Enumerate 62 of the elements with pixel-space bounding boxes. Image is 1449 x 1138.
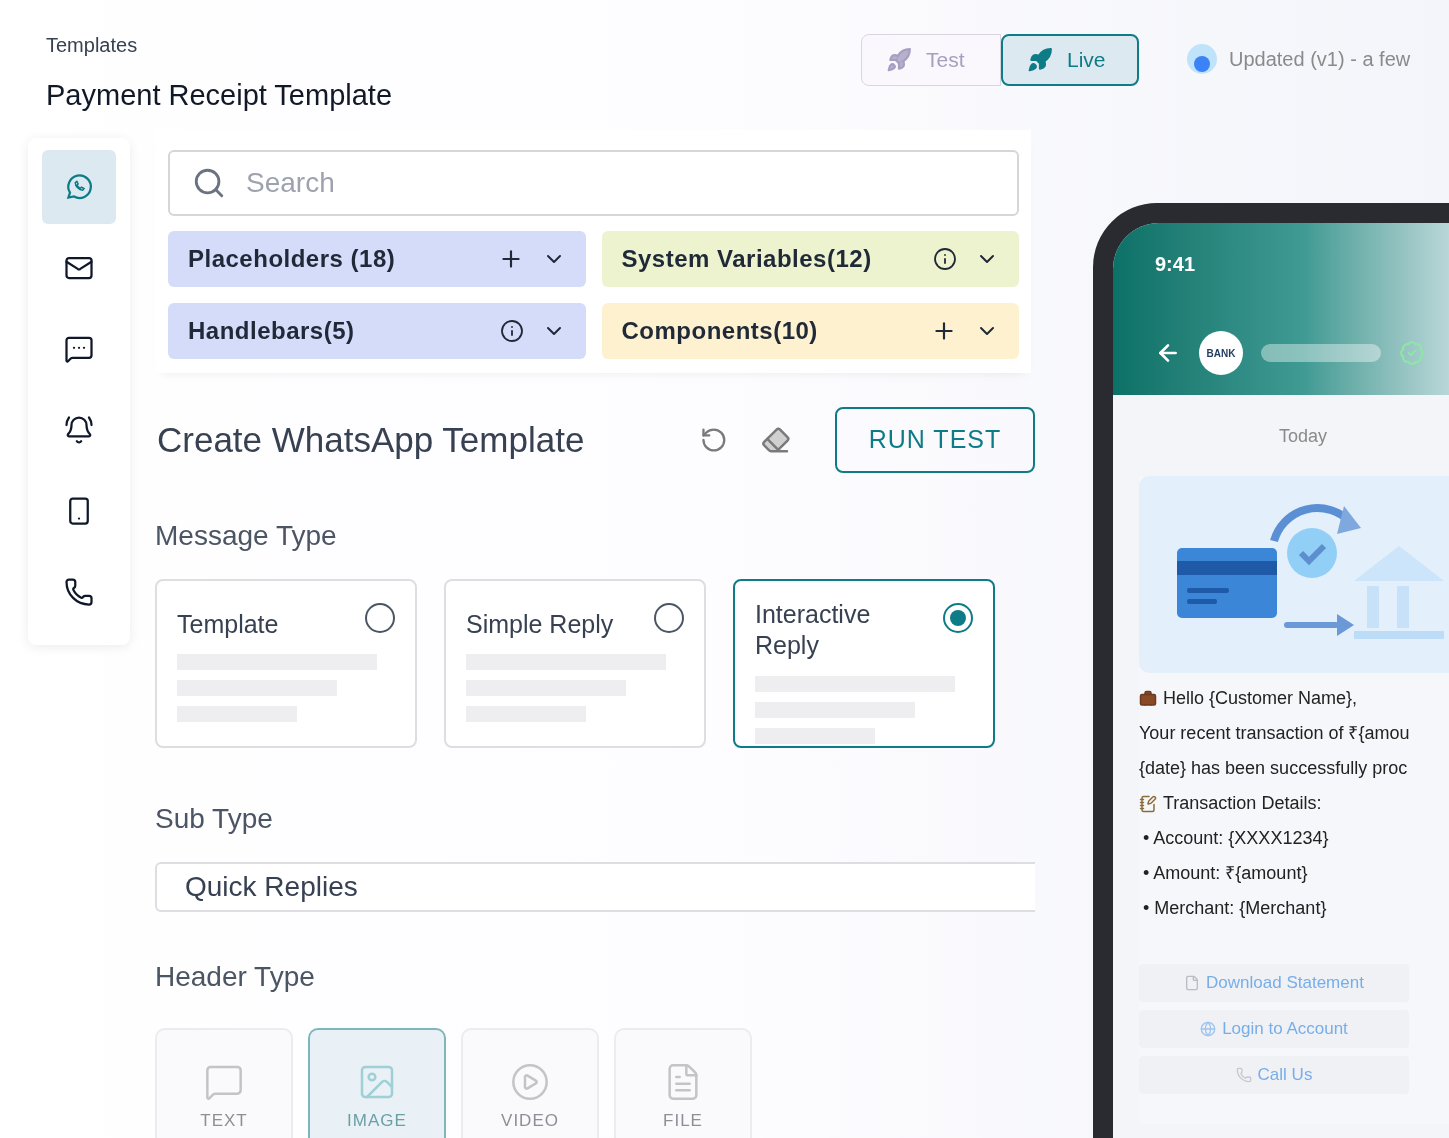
play-icon — [510, 1062, 550, 1102]
header-type-tile[interactable]: TEXT — [155, 1028, 293, 1138]
file-icon — [1184, 975, 1201, 991]
date-label: Today — [1277, 425, 1327, 448]
phone-icon — [1235, 1067, 1252, 1083]
rocket-icon — [886, 47, 912, 73]
radio-button[interactable] — [943, 603, 973, 633]
message-type-card[interactable]: Interactive Reply — [733, 579, 995, 748]
bell-icon — [64, 415, 94, 445]
message-type-card[interactable]: Simple Reply — [444, 579, 706, 748]
refresh-icon[interactable] — [699, 426, 728, 454]
status-time: 9:41 — [1155, 252, 1197, 277]
run-test-button[interactable]: RUN TEST — [834, 407, 1035, 473]
search-field[interactable]: Search — [168, 150, 1019, 216]
chip-label: Handlebars(5) — [188, 316, 356, 346]
info-icon[interactable] — [933, 247, 957, 271]
whatsapp-icon — [64, 172, 94, 202]
eraser-icon[interactable] — [761, 425, 791, 455]
globe-icon — [1200, 1021, 1217, 1037]
chat-icon — [64, 334, 94, 364]
verified-icon — [1399, 340, 1425, 366]
phone-icon — [64, 577, 94, 607]
message-line: • Account: {XXXX1234} — [1143, 827, 1329, 850]
editor-heading: Create WhatsApp Template — [157, 418, 586, 461]
mode-tab[interactable]: Test — [861, 34, 1001, 86]
chip-label: System Variables(12) — [621, 244, 873, 274]
page-title: Payment Receipt Template — [46, 78, 394, 113]
message-line: Your recent transaction of ₹{amou — [1139, 722, 1410, 745]
message-line: Transaction Details: — [1163, 792, 1322, 815]
section-label: Sub Type — [155, 802, 274, 836]
sub-type-field[interactable]: Quick Replies — [155, 862, 1035, 912]
mode-tab[interactable]: Live — [1001, 34, 1139, 86]
version-label: Updated (v1) - a few — [1229, 47, 1411, 72]
card-title: Template — [177, 609, 280, 640]
header-type-tile[interactable]: IMAGE — [308, 1028, 446, 1138]
chip-label: Placeholders (18) — [188, 244, 397, 274]
rocket-icon — [1027, 47, 1053, 73]
message-line: Hello {Customer Name}, — [1163, 687, 1358, 710]
briefcase-icon — [1139, 689, 1157, 708]
notepad-icon — [1139, 794, 1157, 813]
header-type-tile[interactable]: VIDEO — [461, 1028, 599, 1138]
radio-button[interactable] — [654, 603, 684, 633]
bank-avatar: BANK — [1199, 331, 1243, 375]
variable-chip[interactable]: Components(10) — [601, 303, 1019, 359]
breadcrumb[interactable]: Templates — [46, 30, 861, 60]
variable-chip[interactable]: Placeholders (18) — [168, 231, 586, 287]
avatar-icon — [1187, 44, 1217, 74]
message-line: • Merchant: {Merchant} — [1143, 897, 1327, 920]
message-type-card[interactable]: Template — [155, 579, 417, 748]
variable-chip[interactable]: System Variables(12) — [601, 231, 1019, 287]
message-line: {date} has been successfully proc — [1139, 757, 1408, 780]
card-title: Simple Reply — [466, 609, 615, 640]
section-label: Message Type — [155, 519, 338, 553]
chip-label: Components(10) — [621, 316, 819, 346]
radio-button[interactable] — [365, 603, 395, 633]
search-icon — [192, 166, 226, 200]
info-icon[interactable] — [499, 319, 524, 343]
header-type-tile[interactable]: FILE — [614, 1028, 752, 1138]
card-title: Interactive Reply — [755, 599, 872, 662]
section-label: Header Type — [155, 960, 316, 994]
variable-chip[interactable]: Handlebars(5) — [168, 303, 586, 359]
message-line: • Amount: ₹{amount} — [1143, 862, 1308, 885]
